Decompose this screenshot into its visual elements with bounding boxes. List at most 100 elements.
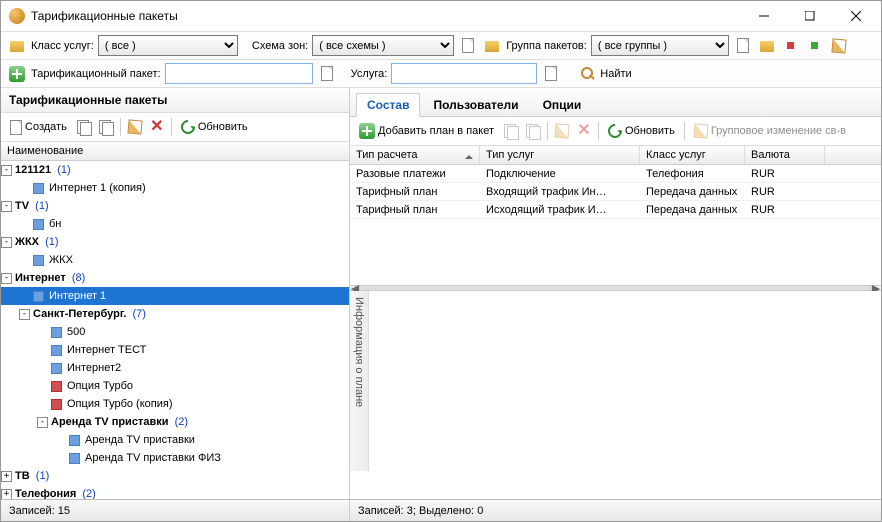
group-clear-icon[interactable] xyxy=(733,36,753,56)
minimize-button[interactable] xyxy=(741,2,787,30)
zone-scheme-label: Схема зон: xyxy=(252,40,308,52)
tree-node[interactable]: бн xyxy=(1,215,349,233)
filter-icon[interactable] xyxy=(7,36,27,56)
tree-node[interactable]: -Аренда TV приставки (2) xyxy=(1,413,349,431)
tree-node[interactable]: 500 xyxy=(1,323,349,341)
plus-icon xyxy=(359,123,375,139)
node-icon xyxy=(69,453,80,464)
paste-icon xyxy=(98,119,114,135)
info-pane-label: Информация о плане xyxy=(350,291,369,471)
tab-options[interactable]: Опции xyxy=(532,93,593,117)
node-label: Интернет 1 xyxy=(49,290,106,302)
expander-icon[interactable]: + xyxy=(1,471,12,482)
copy-plan-button[interactable] xyxy=(501,121,521,141)
package-clear-icon[interactable] xyxy=(317,64,337,84)
close-button[interactable] xyxy=(833,2,879,30)
service-class-label: Класс услуг: xyxy=(31,40,94,52)
node-label: Интернет ТЕСТ xyxy=(67,344,146,356)
node-count: (1) xyxy=(51,164,71,176)
zone-clear-icon[interactable] xyxy=(458,36,478,56)
package-tree[interactable]: -121121 (1)Интернет 1 (копия)-TV (1)бн-Ж… xyxy=(1,161,349,499)
node-icon xyxy=(33,183,44,194)
paste-button[interactable] xyxy=(96,117,116,137)
node-icon xyxy=(69,435,80,446)
node-label: Аренда TV приставки xyxy=(85,434,195,446)
tree-node[interactable]: Интернет2 xyxy=(1,359,349,377)
grid-row[interactable]: Тарифный планИсходящий трафик И…Передача… xyxy=(350,201,881,219)
expander-icon[interactable]: - xyxy=(19,309,30,320)
status-left: Записей: 15 xyxy=(1,500,350,521)
service-clear-icon[interactable] xyxy=(541,64,561,84)
expander-icon[interactable]: - xyxy=(1,165,12,176)
add-plan-button[interactable]: Добавить план в пакет xyxy=(354,120,499,142)
marker-red-icon[interactable] xyxy=(781,36,801,56)
expander-icon[interactable]: - xyxy=(37,417,48,428)
tree-node[interactable]: Интернет 1 xyxy=(1,287,349,305)
tree-node[interactable]: -TV (1) xyxy=(1,197,349,215)
tab-composition[interactable]: Состав xyxy=(356,93,420,117)
grid-body[interactable]: Разовые платежиПодключениеТелефонияRURТа… xyxy=(350,165,881,285)
node-count: (1) xyxy=(29,200,49,212)
tree-node[interactable]: Интернет ТЕСТ xyxy=(1,341,349,359)
expander-icon[interactable]: - xyxy=(1,273,12,284)
tree-node[interactable]: Опция Турбо (копия) xyxy=(1,395,349,413)
paste-plan-button[interactable] xyxy=(523,121,543,141)
node-count: (7) xyxy=(126,308,146,320)
status-right: Записей: 3; Выделено: 0 xyxy=(350,500,881,521)
create-button[interactable]: Создать xyxy=(5,116,72,138)
node-label: Опция Турбо xyxy=(67,380,133,392)
maximize-button[interactable] xyxy=(787,2,833,30)
grid-header: Тип расчета Тип услуг Класс услуг Валюта xyxy=(350,146,881,165)
package-group-label: Группа пакетов: xyxy=(506,40,587,52)
right-toolbar: Добавить план в пакет ✕ Обновить Группов… xyxy=(350,117,881,146)
col-currency[interactable]: Валюта xyxy=(745,146,825,164)
edit-plan-button[interactable] xyxy=(552,121,572,141)
tree-node[interactable]: ЖКХ xyxy=(1,251,349,269)
zone-scheme-select[interactable]: ( все схемы ) xyxy=(312,35,454,56)
copy-button[interactable] xyxy=(74,117,94,137)
group-edit-button[interactable]: Групповое изменение св-в xyxy=(689,120,851,142)
delete-button[interactable]: ✕ xyxy=(147,117,167,137)
expander-icon[interactable]: + xyxy=(1,489,12,500)
tree-node[interactable]: Аренда TV приставки xyxy=(1,431,349,449)
tree-node[interactable]: Интернет 1 (копия) xyxy=(1,179,349,197)
delete-plan-button[interactable]: ✕ xyxy=(574,121,594,141)
tree-node[interactable]: -Интернет (8) xyxy=(1,269,349,287)
expander-icon[interactable]: - xyxy=(1,237,12,248)
tree-node[interactable]: Опция Турбо xyxy=(1,377,349,395)
zone-folder-icon[interactable] xyxy=(482,36,502,56)
group-folder-icon[interactable] xyxy=(757,36,777,56)
tree-node[interactable]: +ТВ (1) xyxy=(1,467,349,485)
service-class-select[interactable]: ( все ) xyxy=(98,35,238,56)
service-input[interactable] xyxy=(391,63,537,84)
window-title: Тарификационные пакеты xyxy=(31,9,741,23)
tab-users[interactable]: Пользователи xyxy=(422,93,529,117)
tree-node[interactable]: +Телефония (2) xyxy=(1,485,349,499)
expander-icon[interactable]: - xyxy=(1,201,12,212)
col-service-class[interactable]: Класс услуг xyxy=(640,146,745,164)
export-icon[interactable] xyxy=(829,36,849,56)
tree-node[interactable]: -ЖКХ (1) xyxy=(1,233,349,251)
refresh-grid-button[interactable]: Обновить xyxy=(603,120,680,142)
edit-button[interactable] xyxy=(125,117,145,137)
grid-row[interactable]: Разовые платежиПодключениеТелефонияRUR xyxy=(350,165,881,183)
node-label: Телефония xyxy=(15,488,76,499)
node-count: (1) xyxy=(30,470,50,482)
add-package-icon[interactable] xyxy=(7,64,27,84)
node-label: ЖКХ xyxy=(49,254,73,266)
tree-node[interactable]: Аренда TV приставки ФИЗ xyxy=(1,449,349,467)
tree-node[interactable]: -Санкт-Петербург. (7) xyxy=(1,305,349,323)
col-calc-type[interactable]: Тип расчета xyxy=(350,146,480,164)
refresh-button[interactable]: Обновить xyxy=(176,116,253,138)
find-button[interactable]: Найти xyxy=(575,64,636,84)
filter-toolbar: Класс услуг: ( все ) Схема зон: ( все сх… xyxy=(1,31,881,59)
node-label: Интернет xyxy=(15,272,66,284)
marker-green-icon[interactable] xyxy=(805,36,825,56)
col-service-type[interactable]: Тип услуг xyxy=(480,146,640,164)
grid-row[interactable]: Тарифный планВходящий трафик Ин…Передача… xyxy=(350,183,881,201)
left-toolbar: Создать ✕ Обновить xyxy=(1,113,349,142)
package-group-select[interactable]: ( все группы ) xyxy=(591,35,729,56)
tree-node[interactable]: -121121 (1) xyxy=(1,161,349,179)
package-input[interactable] xyxy=(165,63,313,84)
tree-column-header[interactable]: Наименование xyxy=(1,142,349,161)
